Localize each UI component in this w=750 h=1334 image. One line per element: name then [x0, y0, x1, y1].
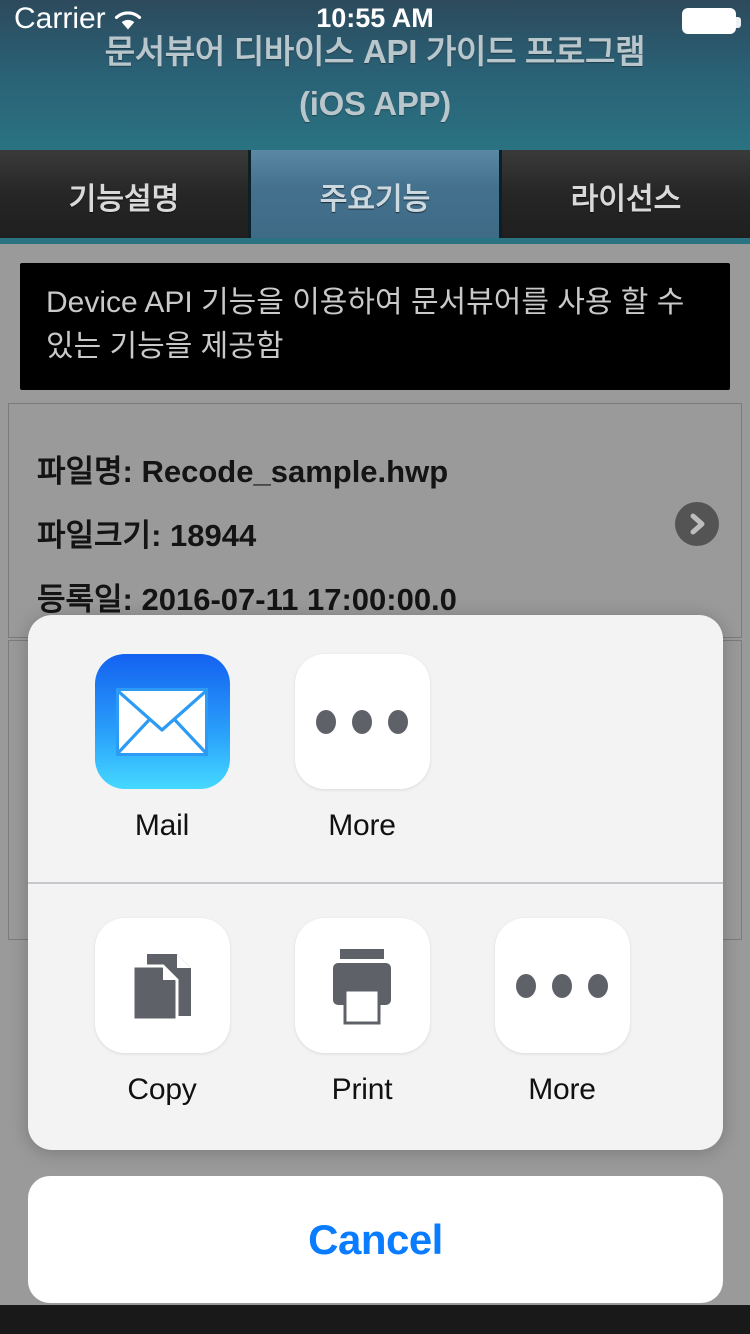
mail-envelope-icon	[95, 654, 230, 789]
page-title: 문서뷰어 디바이스 API 가이드 프로그램 (iOS APP)	[0, 26, 750, 130]
file-size-label: 파일크기: 18944	[37, 510, 256, 555]
share-item-more-apps[interactable]: More	[262, 654, 462, 843]
share-item-label: More	[328, 809, 396, 843]
tab-description[interactable]: 기능설명	[0, 150, 251, 242]
share-item-mail[interactable]: Mail	[62, 654, 262, 843]
tab-bar: 기능설명 주요기능 라이선스	[0, 150, 750, 242]
file-name-label: 파일명: Recode_sample.hwp	[37, 446, 448, 491]
table-row[interactable]: 파일명: Recode_sample.hwp 파일크기: 18944 등록일: …	[8, 403, 742, 638]
app-screen: Carrier 10:55 AM 문서뷰어 디바이스 API 가이드 프로그램 …	[0, 0, 750, 1334]
page-title-line2: (iOS APP)	[0, 78, 750, 130]
share-apps-row: Mail More	[28, 615, 723, 882]
share-action-label: Print	[332, 1073, 393, 1107]
share-action-label: More	[528, 1073, 596, 1107]
share-item-label: Mail	[135, 809, 189, 843]
ellipsis-icon	[495, 918, 630, 1053]
file-date-label: 등록일: 2016-07-11 17:00:00.0	[37, 574, 457, 619]
share-sheet: Mail More Copy	[28, 615, 723, 1150]
app-header: Carrier 10:55 AM 문서뷰어 디바이스 API 가이드 프로그램 …	[0, 0, 750, 150]
copy-documents-icon	[95, 918, 230, 1053]
share-actions-row: Copy Print More	[28, 882, 723, 1150]
chevron-right-icon[interactable]	[675, 502, 719, 546]
share-action-label: Copy	[127, 1073, 196, 1107]
printer-icon	[295, 918, 430, 1053]
description-box: Device API 기능을 이용하여 문서뷰어를 사용 할 수 있는 기능을 …	[20, 263, 730, 390]
tab-main-features[interactable]: 주요기능	[251, 150, 502, 242]
ellipsis-icon	[295, 654, 430, 789]
page-title-line1: 문서뷰어 디바이스 API 가이드 프로그램	[0, 26, 750, 78]
cancel-button[interactable]: Cancel	[28, 1176, 723, 1303]
share-action-copy[interactable]: Copy	[62, 918, 262, 1107]
tab-license[interactable]: 라이선스	[502, 150, 750, 242]
share-action-more[interactable]: More	[462, 918, 662, 1107]
share-action-print[interactable]: Print	[262, 918, 462, 1107]
bottom-bar	[0, 1305, 750, 1334]
